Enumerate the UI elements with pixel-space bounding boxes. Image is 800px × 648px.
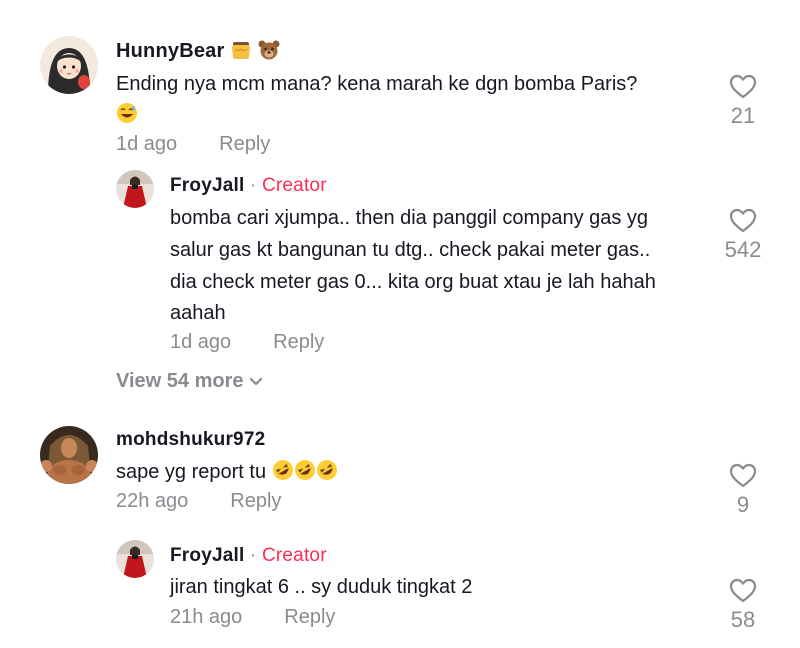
rofl-icon [294,459,316,491]
username-text[interactable]: mohdshukur972 [116,429,265,450]
heart-icon[interactable] [729,463,757,488]
reply-text-line: jiran tingkat 6 .. sy duduk tingkat 2 [170,576,473,598]
heart-icon[interactable] [729,578,757,603]
heart-icon[interactable] [729,208,757,233]
username-text[interactable]: FroyJall [170,545,244,566]
bear-face-icon [258,40,280,66]
comment-text-line: sape yg report tu [116,461,267,483]
comment-time: 1d ago [116,133,178,155]
comment-text: sape yg report tu [116,456,338,491]
reply-time: 21h ago [170,606,243,628]
reply-text-line: bomba cari xjumpa.. then dia panggil com… [170,207,649,229]
reply-button[interactable]: Reply [273,331,324,353]
reply-username[interactable]: FroyJall · Creator [170,175,327,197]
like-count: 9 [736,492,750,517]
reply-text-line: aahah [170,302,226,324]
heart-icon[interactable] [729,74,757,99]
reply-meta: 1d ago Reply [170,331,324,354]
comment-text-line2 [116,99,138,134]
like-button[interactable]: 58 [713,578,773,633]
username-text[interactable]: FroyJall [170,175,244,196]
comment-username[interactable]: mohdshukur972 [116,429,265,451]
like-button[interactable]: 542 [713,208,773,263]
reply-meta: 21h ago Reply [170,606,335,629]
reply-text-line: dia check meter gas 0... kita org buat x… [170,271,656,293]
reply-time: 1d ago [170,331,232,353]
view-more-replies-button[interactable]: View 54 more [116,370,263,393]
rofl-icon [272,459,294,491]
creator-badge: Creator [261,545,327,566]
reply-button[interactable]: Reply [284,606,335,628]
comment-username[interactable]: HunnyBear [116,40,280,66]
comment-meta: 22h ago Reply [116,490,281,513]
rofl-icon [316,459,338,491]
comment-text-line: Ending nya mcm mana? kena marah ke dgn b… [116,73,638,95]
avatar-hunnybear[interactable] [40,36,98,94]
sweat-smile-icon [116,102,138,134]
like-button[interactable]: 9 [713,463,773,518]
reply-text-line: salur gas kt bangunan tu dtg.. check pak… [170,239,651,261]
comment-time: 22h ago [116,490,189,512]
avatar-mohdshukur972[interactable] [40,426,98,484]
avatar-froyjall[interactable] [116,170,154,208]
creator-badge: Creator [261,175,327,196]
like-count: 21 [730,103,756,128]
reply-button[interactable]: Reply [230,490,281,512]
separator-dot: · [249,175,257,196]
username-text[interactable]: HunnyBear [116,40,225,62]
comment-text: Ending nya mcm mana? kena marah ke dgn b… [116,68,637,100]
honey-pot-icon [230,40,252,66]
like-count: 58 [730,607,756,632]
separator-dot: · [249,545,257,566]
reply-button[interactable]: Reply [219,133,270,155]
chevron-down-icon [249,370,263,393]
view-more-label[interactable]: View 54 more [116,370,243,392]
like-button[interactable]: 21 [713,74,773,129]
comment-meta: 1d ago Reply [116,133,270,156]
reply-username[interactable]: FroyJall · Creator [170,545,327,567]
avatar-froyjall[interactable] [116,540,154,578]
like-count: 542 [724,237,762,262]
